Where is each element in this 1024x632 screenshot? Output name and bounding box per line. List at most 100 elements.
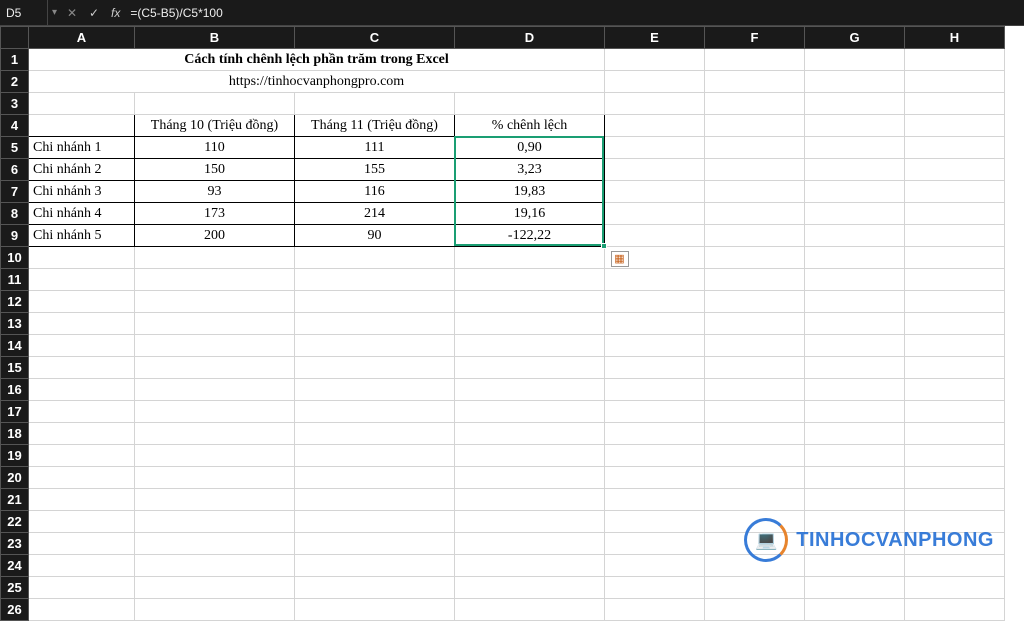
cell-E12[interactable] <box>605 291 705 313</box>
cell-G15[interactable] <box>805 357 905 379</box>
cell-D16[interactable] <box>455 379 605 401</box>
cell-A1[interactable]: Cách tính chênh lệch phần trăm trong Exc… <box>29 49 605 71</box>
cell-B22[interactable] <box>135 511 295 533</box>
cell-E25[interactable] <box>605 577 705 599</box>
row-header-25[interactable]: 25 <box>1 577 29 599</box>
cell-E22[interactable] <box>605 511 705 533</box>
cell-B14[interactable] <box>135 335 295 357</box>
cell-E20[interactable] <box>605 467 705 489</box>
cell-E18[interactable] <box>605 423 705 445</box>
cell-A21[interactable] <box>29 489 135 511</box>
cell-H6[interactable] <box>905 159 1005 181</box>
cell-F25[interactable] <box>705 577 805 599</box>
cell-H10[interactable] <box>905 247 1005 269</box>
cell-H14[interactable] <box>905 335 1005 357</box>
cell-F17[interactable] <box>705 401 805 423</box>
row-header-15[interactable]: 15 <box>1 357 29 379</box>
column-header-F[interactable]: F <box>705 27 805 49</box>
column-header-A[interactable]: A <box>29 27 135 49</box>
cell-D3[interactable] <box>455 93 605 115</box>
cell-D4[interactable]: % chênh lệch <box>455 115 605 137</box>
row-header-18[interactable]: 18 <box>1 423 29 445</box>
cell-F11[interactable] <box>705 269 805 291</box>
cell-D11[interactable] <box>455 269 605 291</box>
cell-A26[interactable] <box>29 599 135 621</box>
cell-G20[interactable] <box>805 467 905 489</box>
cell-C11[interactable] <box>295 269 455 291</box>
cell-A24[interactable] <box>29 555 135 577</box>
cell-B16[interactable] <box>135 379 295 401</box>
cell-H4[interactable] <box>905 115 1005 137</box>
row-header-12[interactable]: 12 <box>1 291 29 313</box>
cell-G25[interactable] <box>805 577 905 599</box>
cell-C18[interactable] <box>295 423 455 445</box>
cell-D12[interactable] <box>455 291 605 313</box>
cell-F6[interactable] <box>705 159 805 181</box>
cell-D24[interactable] <box>455 555 605 577</box>
cell-B6[interactable]: 150 <box>135 159 295 181</box>
cell-E6[interactable] <box>605 159 705 181</box>
cell-D20[interactable] <box>455 467 605 489</box>
cell-C3[interactable] <box>295 93 455 115</box>
cell-G10[interactable] <box>805 247 905 269</box>
cell-D8[interactable]: 19,16 <box>455 203 605 225</box>
name-box[interactable]: D5 <box>0 0 48 25</box>
cell-G19[interactable] <box>805 445 905 467</box>
cell-C4[interactable]: Tháng 11 (Triệu đồng) <box>295 115 455 137</box>
cell-H20[interactable] <box>905 467 1005 489</box>
cell-A12[interactable] <box>29 291 135 313</box>
cell-D9[interactable]: -122,22 <box>455 225 605 247</box>
cell-E17[interactable] <box>605 401 705 423</box>
cell-B9[interactable]: 200 <box>135 225 295 247</box>
row-header-7[interactable]: 7 <box>1 181 29 203</box>
cancel-formula-button[interactable]: ✕ <box>61 6 83 20</box>
cell-D15[interactable] <box>455 357 605 379</box>
cell-E3[interactable] <box>605 93 705 115</box>
cell-B3[interactable] <box>135 93 295 115</box>
cell-D7[interactable]: 19,83 <box>455 181 605 203</box>
cell-E26[interactable] <box>605 599 705 621</box>
cell-B4[interactable]: Tháng 10 (Triệu đồng) <box>135 115 295 137</box>
cell-D22[interactable] <box>455 511 605 533</box>
cell-C21[interactable] <box>295 489 455 511</box>
row-header-11[interactable]: 11 <box>1 269 29 291</box>
cell-H17[interactable] <box>905 401 1005 423</box>
cell-A19[interactable] <box>29 445 135 467</box>
cell-H12[interactable] <box>905 291 1005 313</box>
fx-label[interactable]: fx <box>105 6 126 20</box>
cell-D5[interactable]: 0,90 <box>455 137 605 159</box>
cell-D10[interactable] <box>455 247 605 269</box>
cell-E15[interactable] <box>605 357 705 379</box>
cell-A25[interactable] <box>29 577 135 599</box>
cell-D14[interactable] <box>455 335 605 357</box>
cell-E2[interactable] <box>605 71 705 93</box>
cell-C15[interactable] <box>295 357 455 379</box>
name-box-dropdown-icon[interactable]: ▾ <box>48 7 61 18</box>
column-header-G[interactable]: G <box>805 27 905 49</box>
cell-E5[interactable] <box>605 137 705 159</box>
formula-input[interactable]: =(C5-B5)/C5*100 <box>126 6 1024 20</box>
cell-A7[interactable]: Chi nhánh 3 <box>29 181 135 203</box>
cell-G11[interactable] <box>805 269 905 291</box>
cell-H25[interactable] <box>905 577 1005 599</box>
cell-H26[interactable] <box>905 599 1005 621</box>
cell-B10[interactable] <box>135 247 295 269</box>
cell-F13[interactable] <box>705 313 805 335</box>
cell-C23[interactable] <box>295 533 455 555</box>
cell-A15[interactable] <box>29 357 135 379</box>
cell-C24[interactable] <box>295 555 455 577</box>
row-header-2[interactable]: 2 <box>1 71 29 93</box>
cell-F10[interactable] <box>705 247 805 269</box>
cell-F1[interactable] <box>705 49 805 71</box>
row-header-23[interactable]: 23 <box>1 533 29 555</box>
cell-H16[interactable] <box>905 379 1005 401</box>
cell-F16[interactable] <box>705 379 805 401</box>
spreadsheet-grid[interactable]: ABCDEFGH1Cách tính chênh lệch phần trăm … <box>0 26 1024 632</box>
cell-F21[interactable] <box>705 489 805 511</box>
cell-H11[interactable] <box>905 269 1005 291</box>
row-header-8[interactable]: 8 <box>1 203 29 225</box>
cell-C9[interactable]: 90 <box>295 225 455 247</box>
cell-B8[interactable]: 173 <box>135 203 295 225</box>
cell-G13[interactable] <box>805 313 905 335</box>
cell-F14[interactable] <box>705 335 805 357</box>
